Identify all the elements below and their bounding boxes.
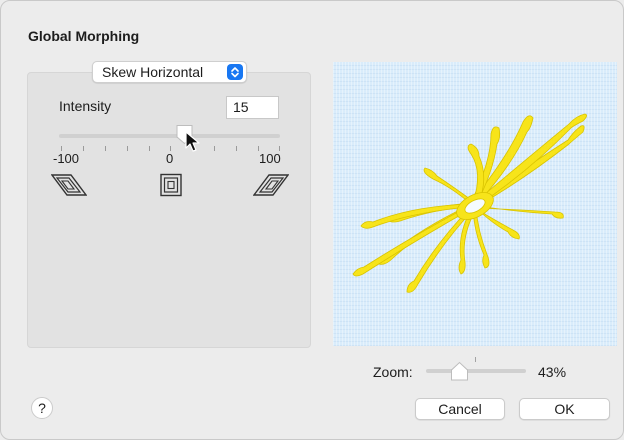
slider-tick — [105, 146, 106, 151]
no-skew-icon — [160, 173, 182, 197]
cancel-button[interactable]: Cancel — [415, 398, 505, 420]
skew-right-icon — [253, 174, 289, 196]
slider-tick — [127, 146, 128, 151]
slider-tick — [83, 146, 84, 151]
dialog-title: Global Morphing — [28, 28, 140, 44]
slider-min-label: -100 — [53, 151, 80, 166]
intensity-field[interactable]: 15 — [226, 96, 279, 119]
ok-button[interactable]: OK — [519, 398, 610, 420]
flower-embroidery-icon — [352, 113, 587, 293]
mouse-pointer-icon — [185, 131, 200, 152]
zoom-slider-tick — [475, 357, 476, 362]
skew-left-icon — [51, 174, 87, 196]
zoom-value: 43% — [538, 364, 567, 380]
chevron-updown-icon — [227, 64, 243, 80]
slider-max-label: 100 — [259, 151, 281, 166]
zoom-slider-thumb[interactable] — [450, 361, 469, 381]
morph-mode-label: Skew Horizontal — [102, 64, 204, 80]
global-morphing-dialog: Global Morphing Skew Horizontal Intensit… — [0, 0, 624, 440]
morph-mode-popup[interactable]: Skew Horizontal — [92, 61, 247, 83]
help-button[interactable]: ? — [31, 397, 53, 419]
design-preview[interactable] — [333, 62, 617, 346]
intensity-label: Intensity — [59, 98, 112, 114]
slider-mid-label: 0 — [166, 151, 174, 166]
intensity-slider-track[interactable] — [59, 134, 280, 138]
zoom-label: Zoom: — [373, 364, 413, 380]
zoom-slider-track[interactable] — [426, 369, 526, 373]
slider-tick — [214, 146, 215, 151]
slider-tick — [149, 146, 150, 151]
slider-tick — [236, 146, 237, 151]
